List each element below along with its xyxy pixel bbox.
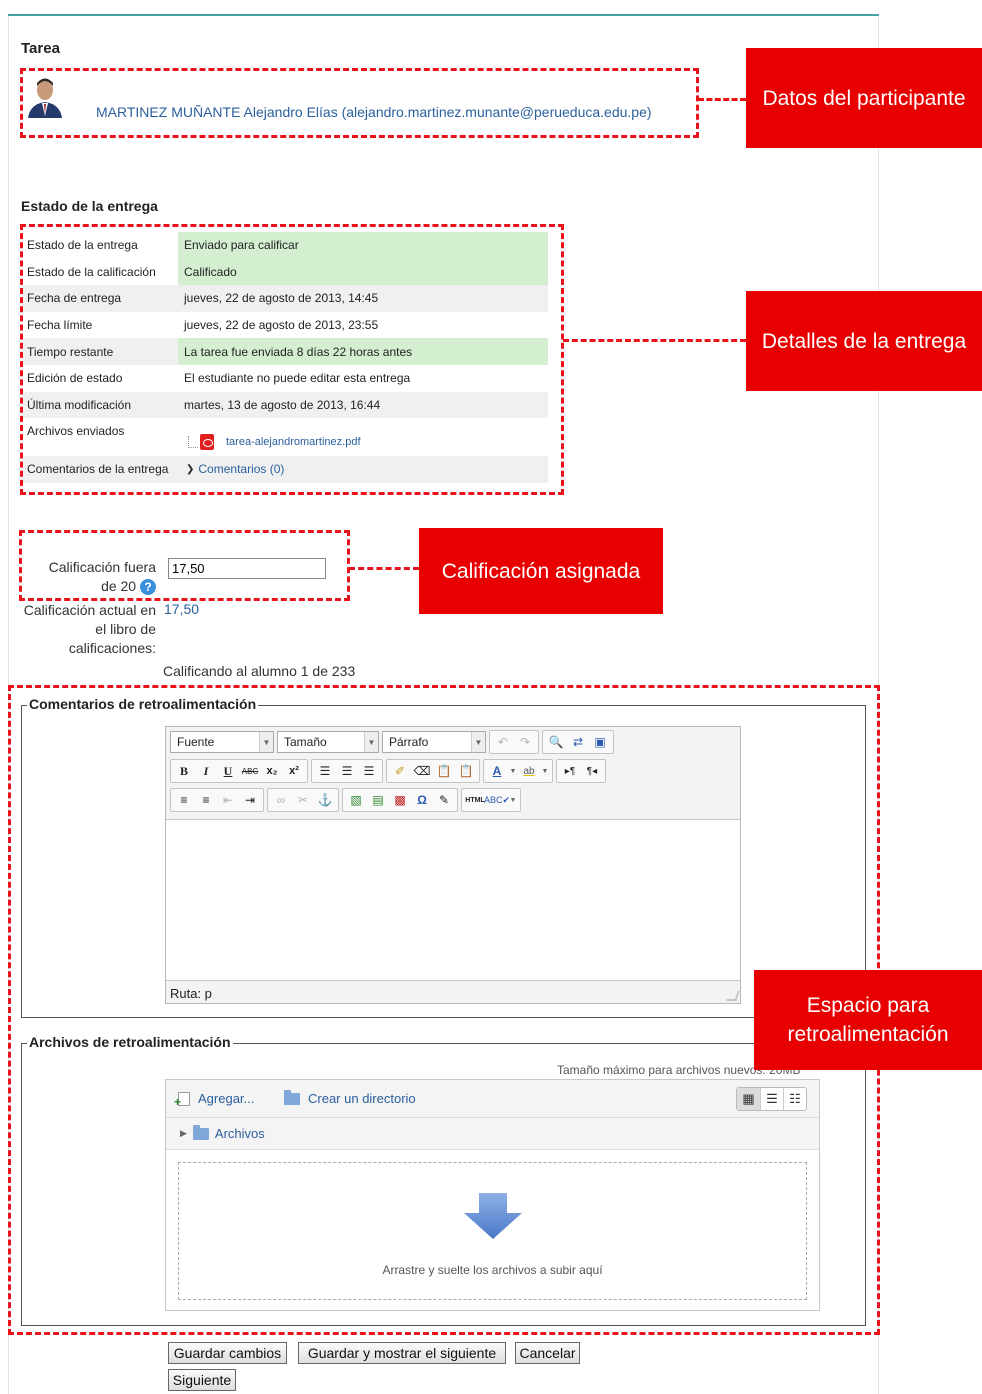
page-title: Tarea — [21, 40, 60, 57]
grading-count: Calificando al alumno 1 de 233 — [163, 663, 356, 679]
callout-grade: Calificación asignada — [419, 528, 663, 614]
callout-participant: Datos del participante — [746, 48, 982, 148]
feedback-highlight-box — [8, 685, 880, 1335]
details-highlight-box — [20, 224, 564, 495]
callout-feedback: Espacio para retroalimentación — [754, 970, 982, 1070]
grade-highlight-box — [19, 530, 350, 601]
grade-connector — [349, 567, 419, 570]
callout-details: Detalles de la entrega — [746, 291, 982, 391]
participant-highlight-box — [20, 68, 699, 138]
next-button[interactable]: Siguiente — [168, 1369, 236, 1391]
details-connector — [563, 339, 746, 342]
page-top-border — [8, 14, 879, 16]
participant-connector — [698, 98, 746, 101]
cancel-button[interactable]: Cancelar — [515, 1342, 580, 1364]
current-grade-value[interactable]: 17,50 — [164, 601, 199, 617]
current-grade-label: Calificación actual en el libro de calif… — [23, 602, 156, 656]
submission-status-heading: Estado de la entrega — [21, 198, 158, 214]
save-changes-button[interactable]: Guardar cambios — [168, 1342, 287, 1364]
save-and-next-button[interactable]: Guardar y mostrar el siguiente — [298, 1342, 506, 1364]
